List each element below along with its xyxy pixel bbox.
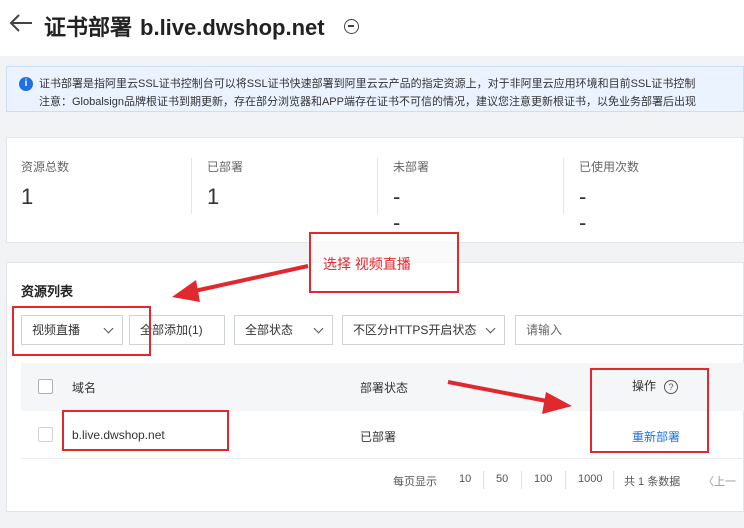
annotation-callout-text: 选择 视频直播 (323, 256, 411, 272)
search-input[interactable]: 请输入 (515, 315, 743, 345)
pager-divider (565, 471, 566, 489)
stat-value: 1 (21, 184, 34, 209)
chevron-down-icon (485, 323, 496, 334)
stat-value: 1 (207, 184, 220, 209)
stat-divider (191, 158, 192, 214)
page-title: 证书部署 b.live.dwshop.net (44, 10, 325, 42)
highlight-product-select (12, 306, 151, 356)
per-page-label: 每页显示 (393, 476, 437, 488)
page-size-10[interactable]: 10 (459, 473, 471, 485)
row-status: 已部署 (360, 430, 397, 444)
column-domain: 域名 (72, 381, 97, 395)
collapse-icon[interactable] (344, 19, 359, 34)
page-title-domain: b.live.dwshop.net (140, 15, 325, 40)
notice-line-1: 证书部署是指阿里云SSL证书控制台可以将SSL证书快速部署到阿里云云产品的指定资… (39, 78, 696, 90)
prev-page-button[interactable]: 〈上一 (703, 473, 736, 489)
back-arrow-icon[interactable] (6, 8, 36, 38)
highlight-action (590, 368, 709, 453)
page-size-1000[interactable]: 1000 (578, 473, 602, 485)
status-select-value: 全部状态 (245, 323, 294, 337)
total-count: 共 1 条数据 (624, 476, 681, 488)
status-select[interactable]: 全部状态 (234, 315, 333, 345)
stat-label: 已使用次数 (579, 160, 640, 174)
page-size-50[interactable]: 50 (496, 473, 508, 485)
info-icon: i (19, 77, 33, 91)
page-title-text: 证书部署 (44, 15, 133, 40)
pager-divider (521, 471, 522, 489)
resource-list-title: 资源列表 (21, 284, 74, 299)
search-placeholder: 请输入 (526, 323, 563, 337)
notice-line-2: 注意：Globalsign品牌根证书到期更新，存在部分浏览器和APP端存在证书不… (39, 96, 696, 108)
stat-label: 已部署 (207, 160, 244, 174)
notice-banner: i 证书部署是指阿里云SSL证书控制台可以将SSL证书快速部署到阿里云云产品的指… (6, 66, 744, 112)
stat-value: -- (393, 184, 401, 235)
pager-divider (613, 471, 614, 489)
stats-panel: 资源总数 1 已部署 1 未部署 -- 已使用次数 -- (6, 137, 744, 243)
page-header: 证书部署 b.live.dwshop.net (0, 0, 744, 56)
stat-label: 未部署 (393, 160, 430, 174)
highlight-domain (62, 410, 229, 451)
column-status: 部署状态 (360, 381, 409, 395)
annotation-callout: 选择 视频直播 (309, 232, 459, 293)
https-select[interactable]: 不区分HTTPS开启状态 (342, 315, 505, 345)
chevron-down-icon (313, 323, 324, 334)
https-select-value: 不区分HTTPS开启状态 (353, 323, 477, 337)
page-size-100[interactable]: 100 (534, 473, 552, 485)
stat-divider (563, 158, 564, 214)
stat-label: 资源总数 (21, 160, 70, 174)
pager-divider (483, 471, 484, 489)
stat-divider (377, 158, 378, 214)
select-all-checkbox[interactable] (38, 379, 53, 394)
stat-value: -- (579, 184, 587, 235)
page: 证书部署 b.live.dwshop.net i 证书部署是指阿里云SSL证书控制… (0, 0, 744, 528)
row-checkbox[interactable] (38, 427, 53, 442)
